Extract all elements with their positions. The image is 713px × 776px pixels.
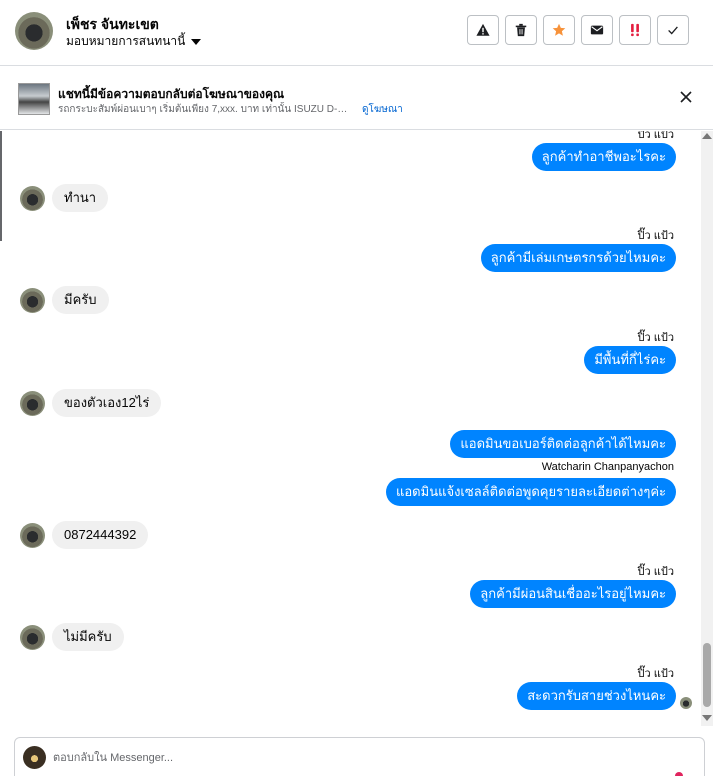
outgoing-message[interactable]: แอดมินขอเบอร์ติดต่อลูกค้าได้ไหมคะ [450, 430, 676, 458]
scroll-up-arrow-icon[interactable] [702, 133, 712, 139]
outgoing-message[interactable]: มีพื้นที่กี่ไร่คะ [584, 346, 676, 374]
envelope-icon [590, 25, 604, 35]
outgoing-message[interactable]: ลูกค้ามีผ่อนสินเชื่ออะไรอยู่ไหมคะ [470, 580, 676, 608]
reply-composer [14, 737, 705, 776]
warning-icon [476, 23, 490, 36]
contact-avatar[interactable] [15, 12, 53, 50]
mark-spam-button[interactable] [619, 15, 651, 45]
outgoing-message[interactable]: ลูกค้าทำอาชีพอะไรคะ [531, 143, 676, 171]
sender-label: ปิ๊ว แป้ว [637, 566, 674, 578]
star-icon [552, 23, 566, 36]
caret-down-icon [191, 38, 202, 45]
ad-banner-subtitle: รถกระบะสัมพ์ผ่อนเบาๆ เริ่มต้นเพียง 7,xxx… [58, 104, 354, 115]
conversation-header: เพ็ชร จันทะเขต มอบหมายการสนทนานี้ [0, 0, 713, 66]
action-toolbar [467, 15, 689, 45]
sender-label: ปิ๊ว แป้ว [637, 230, 674, 242]
contact-avatar-small [20, 288, 45, 313]
delete-button[interactable] [505, 15, 537, 45]
incoming-message[interactable]: มีครับ [52, 286, 109, 314]
incoming-message[interactable]: ไม่มีครับ [52, 623, 124, 651]
assign-conversation-dropdown[interactable]: มอบหมายการสนทนานี้ [66, 32, 202, 51]
star-button[interactable] [543, 15, 575, 45]
exclamation-icon [631, 23, 639, 37]
assign-label: มอบหมายการสนทนานี้ [66, 34, 186, 48]
incoming-message[interactable]: ทำนา [52, 184, 109, 212]
done-button[interactable] [657, 15, 689, 45]
report-button[interactable] [467, 15, 499, 45]
incoming-message[interactable]: ของตัวเอง12ไร่ [52, 389, 162, 417]
ad-reply-banner: แชทนี้มีข้อความตอบกลับต่อโฆษณาของคุณ รถก… [0, 67, 713, 130]
sender-label: ปิ๊ว แป้ว [637, 668, 674, 680]
message-thread[interactable]: ปิ๊ว แป้ว ลูกค้าทำอาชีพอะไรคะ ทำนา ปิ๊ว … [4, 131, 701, 731]
scrollbar-track[interactable] [701, 131, 713, 726]
seen-receipt-avatar [680, 697, 692, 709]
scroll-down-arrow-icon[interactable] [702, 715, 712, 721]
sender-label: ปิ๊ว แป้ว [637, 131, 674, 141]
reply-input[interactable] [53, 748, 653, 768]
contact-avatar-small [20, 523, 45, 548]
outgoing-message[interactable]: สะดวกรับสายช่วงไหนคะ [517, 682, 676, 710]
trash-icon [515, 23, 527, 37]
outgoing-message[interactable]: แอดมินแจ้งเซลล์ติดต่อพูดคุยรายละเอียดต่า… [386, 478, 676, 506]
outgoing-message[interactable]: ลูกค้ามีเล่มเกษตรกรด้วยไหมคะ [480, 244, 676, 272]
ad-thumbnail[interactable] [18, 83, 50, 115]
view-ad-link[interactable]: ดูโฆษณา [362, 102, 403, 117]
sender-label: ปิ๊ว แป้ว [637, 332, 674, 344]
contact-avatar-small [20, 186, 45, 211]
contact-avatar-small [20, 391, 45, 416]
scrollbar-thumb[interactable] [703, 643, 711, 707]
emoji-icon[interactable] [675, 772, 683, 776]
checkmark-icon [668, 26, 678, 35]
mark-unread-button[interactable] [581, 15, 613, 45]
page-avatar [23, 746, 46, 769]
close-icon[interactable] [679, 90, 693, 104]
sender-label: Watcharin Chanpanyachon [541, 461, 674, 473]
incoming-message[interactable]: 0872444392 [52, 521, 149, 549]
contact-avatar-small [20, 625, 45, 650]
panel-edge-divider [0, 131, 2, 241]
